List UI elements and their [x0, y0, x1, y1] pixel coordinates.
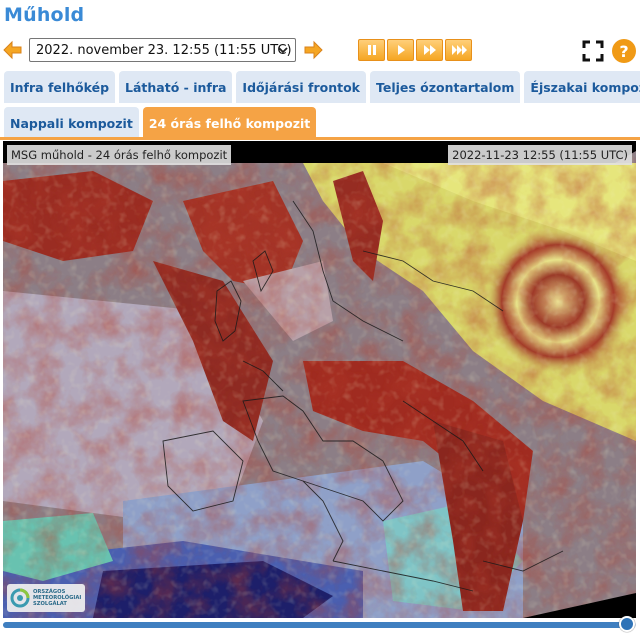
fast-forward-icon [423, 45, 436, 55]
satellite-image [3, 141, 636, 618]
tab-24-oras-felho-kompozit[interactable]: 24 órás felhő kompozit [142, 107, 317, 139]
timeline-handle[interactable] [618, 616, 635, 632]
tab-teljes-ozontartalom[interactable]: Teljes ózontartalom [369, 71, 521, 103]
next-frame-button[interactable] [303, 40, 323, 60]
tab-idojarasi-frontok[interactable]: Időjárási frontok [236, 71, 366, 103]
arrow-left-icon [3, 40, 22, 60]
fullscreen-button[interactable] [582, 40, 604, 62]
playback-buttons [358, 39, 472, 61]
time-select[interactable]: 2022. november 23. 12:55 (11:55 UTC) [29, 38, 296, 62]
image-timestamp: 2022-11-23 12:55 (11:55 UTC) [448, 145, 632, 165]
tab-ejszakai-kompozit[interactable]: Éjszakai kompozit [524, 71, 640, 103]
play-icon [397, 45, 405, 55]
chevron-down-icon [278, 47, 288, 54]
tab-nappali-kompozit[interactable]: Nappali kompozit [4, 107, 139, 139]
previous-frame-button[interactable] [3, 40, 23, 60]
timeline-progress [3, 622, 627, 628]
help-button[interactable]: ? [612, 39, 636, 63]
tab-infra-felhokep[interactable]: Infra felhőkép [4, 71, 116, 103]
faster-forward-button[interactable] [445, 39, 472, 61]
omsz-logo-text: ORSZÁGOS METEOROLÓGIAI SZOLGÁLAT [33, 589, 82, 607]
page-title: Műhold [4, 4, 85, 26]
play-button[interactable] [387, 39, 414, 61]
tab-divider [0, 137, 640, 140]
image-caption: MSG műhold - 24 órás felhő kompozit [7, 145, 232, 165]
arrow-right-icon [304, 40, 323, 60]
omsz-logo-icon [10, 588, 30, 608]
animation-controls: 2022. november 23. 12:55 (11:55 UTC) ? [0, 38, 640, 64]
faster-forward-icon [451, 45, 467, 55]
omsz-logo: ORSZÁGOS METEOROLÓGIAI SZOLGÁLAT [7, 584, 85, 612]
fast-forward-button[interactable] [416, 39, 443, 61]
timeline-slider[interactable] [3, 616, 636, 632]
tab-lathato-infra[interactable]: Látható - infra [119, 71, 233, 103]
pause-icon [367, 45, 376, 55]
time-select-value: 2022. november 23. 12:55 (11:55 UTC) [36, 42, 292, 58]
satellite-image-viewer[interactable]: MSG műhold - 24 órás felhő kompozit 2022… [3, 141, 636, 618]
pause-button[interactable] [358, 39, 385, 61]
fullscreen-icon [582, 40, 604, 62]
